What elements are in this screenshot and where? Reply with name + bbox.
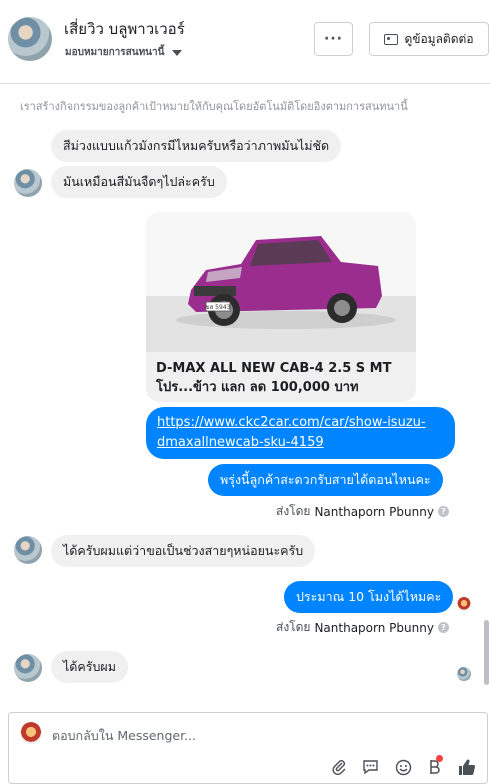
like-icon[interactable]: [457, 757, 477, 777]
incoming-message: มันเหมือนสีมันจืดๆไปล่ะครับ: [51, 166, 227, 198]
conversation-header: เสี่ยวิว บลูพาวเวอร์ มอบหมายการสนทนานี้ …: [0, 0, 490, 84]
more-options-button[interactable]: ···: [314, 22, 353, 56]
attachment-icon[interactable]: [329, 757, 349, 777]
link-url-line-2[interactable]: dmaxallnewcab-sku-4159: [157, 433, 444, 453]
saved-replies-icon[interactable]: [360, 757, 380, 777]
outgoing-message: พรุ่งนี้ลูกค้าสะดวกรับสายได้ตอนไหนคะ: [208, 464, 443, 496]
outgoing-message: ประมาณ 10 โมงได้ไหมคะ: [284, 581, 454, 613]
sender-avatar[interactable]: [14, 654, 42, 682]
link-preview-title: D-MAX ALL NEW CAB-4 2.5 S MT: [156, 361, 392, 376]
sent-by-name: Nanthaporn Pbunny: [314, 504, 434, 519]
sender-avatar[interactable]: [14, 536, 42, 564]
link-url-line-1[interactable]: https://www.ckc2car.com/car/show-isuzu-: [157, 413, 444, 433]
car-image: ขส 5943: [146, 212, 416, 352]
link-preview-subtitle: โปร...ข้าว แลก ลด 100,000 บาท: [156, 380, 359, 395]
outgoing-link-message[interactable]: https://www.ckc2car.com/car/show-isuzu- …: [146, 407, 455, 459]
sent-by-prefix: ส่งโดย: [276, 620, 311, 634]
payment-icon[interactable]: [424, 755, 444, 777]
incoming-message: ได้ครับผมแต่ว่าขอเป็นช่วงสายๆหน่อยนะครับ: [51, 535, 316, 567]
sent-by-prefix: ส่งโดย: [276, 504, 311, 518]
view-contact-info-button[interactable]: ดูข้อมูลติดต่อ: [369, 22, 489, 56]
sender-avatar[interactable]: [14, 169, 42, 197]
ellipsis-icon: ···: [324, 31, 343, 47]
caret-down-icon: [172, 49, 183, 56]
emoji-icon[interactable]: [393, 757, 413, 777]
assign-conversation-dropdown[interactable]: มอบหมายการสนทนานี้: [65, 45, 183, 60]
seen-indicator-avatar: [457, 667, 471, 681]
page-avatar: [20, 722, 42, 744]
license-plate-text: ขส 5943: [206, 304, 231, 311]
view-contact-info-label: ดูข้อมูลติดต่อ: [404, 31, 474, 46]
seen-indicator-avatar: [457, 597, 471, 611]
thread-scrollbar[interactable]: [484, 620, 489, 685]
notification-dot: [436, 755, 443, 762]
incoming-message: สีม่วงแบบแก้วมังกรมีไหมครับหรือว่าภาพมัน…: [51, 130, 342, 162]
contact-avatar[interactable]: [8, 17, 52, 61]
sent-by-name: Nanthaporn Pbunny: [314, 620, 434, 635]
contact-card-icon: [384, 33, 399, 45]
assign-label: มอบหมายการสนทนานี้: [65, 47, 165, 58]
pickup-truck-illustration: ขส 5943: [176, 236, 396, 329]
link-preview-card[interactable]: ขส 5943 D-MAX ALL NEW CAB-4 2.5 S MT โปร…: [146, 212, 416, 402]
sent-by-label: ส่งโดย Nanthaporn Pbunny ?: [276, 618, 449, 637]
sent-by-label: ส่งโดย Nanthaporn Pbunny ?: [276, 502, 449, 521]
info-icon[interactable]: ?: [437, 506, 449, 517]
info-icon[interactable]: ?: [437, 622, 449, 633]
incoming-message: ได้ครับผม: [51, 651, 128, 683]
contact-name[interactable]: เสี่ยวิว บลูพาวเวอร์: [64, 17, 185, 41]
lead-activity-notice: เราสร้างกิจกรรมของลูกค้าเป้าหมายให้กับคุ…: [20, 100, 408, 113]
reply-composer: [8, 712, 488, 784]
reply-input[interactable]: [52, 725, 452, 745]
